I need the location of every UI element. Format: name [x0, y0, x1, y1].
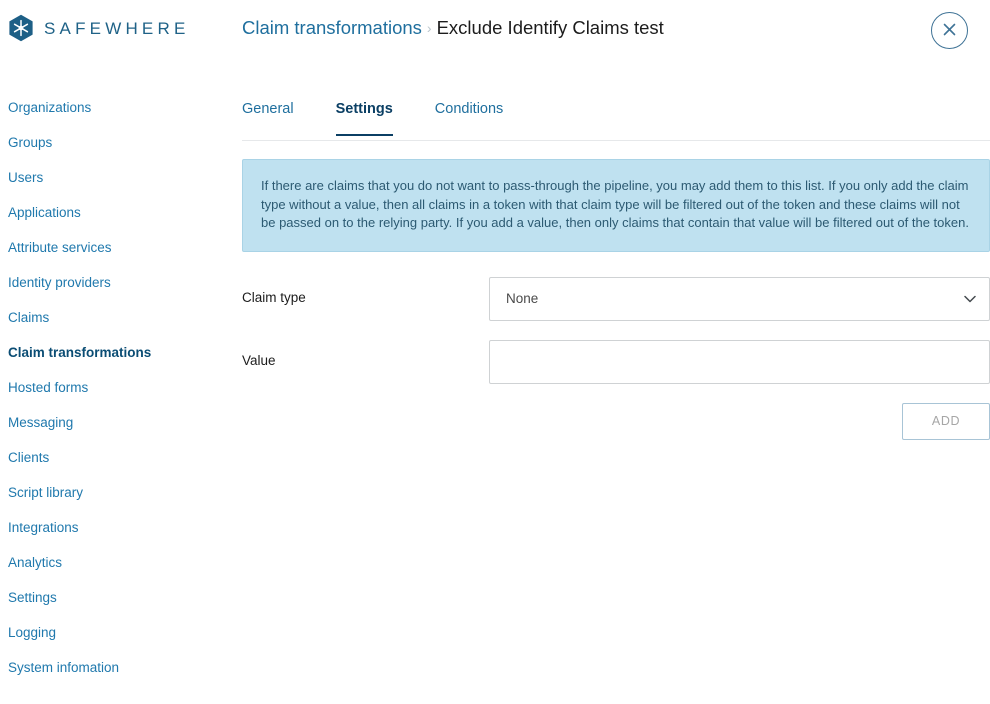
value-input[interactable] — [489, 339, 990, 384]
sidebar-item-clients[interactable]: Clients — [0, 450, 220, 466]
sidebar-nav: Organizations Groups Users Applications … — [0, 100, 220, 695]
tab-bar: General Settings Conditions — [242, 100, 990, 141]
value-row: Value — [242, 339, 990, 384]
tab-conditions[interactable]: Conditions — [414, 100, 525, 136]
value-label: Value — [242, 352, 276, 368]
sidebar-item-claim-transformations[interactable]: Claim transformations — [0, 345, 220, 361]
sidebar-item-system-infomation[interactable]: System infomation — [0, 660, 220, 676]
breadcrumb: Claim transformations › Exclude Identify C… — [242, 16, 664, 41]
claim-type-row: Claim type None — [242, 276, 990, 321]
add-button[interactable]: ADD — [902, 402, 990, 440]
sidebar-item-identity-providers[interactable]: Identity providers — [0, 275, 220, 291]
breadcrumb-separator-icon: › — [426, 20, 432, 36]
tab-settings[interactable]: Settings — [315, 100, 414, 136]
sidebar-item-hosted-forms[interactable]: Hosted forms — [0, 380, 220, 396]
main-content: General Settings Conditions If there are… — [242, 100, 990, 440]
sidebar-item-groups[interactable]: Groups — [0, 135, 220, 151]
brand-wordmark: SAFEWHERE — [44, 18, 190, 38]
tab-general[interactable]: General — [242, 100, 315, 136]
claim-type-field-wrap: None — [489, 276, 990, 321]
app-header: SAFEWHERE Claim transformations › Exclude … — [0, 0, 990, 60]
claim-type-select[interactable]: None — [489, 276, 990, 321]
sidebar-item-integrations[interactable]: Integrations — [0, 520, 220, 536]
safewhere-hexagon-snowflake-icon — [8, 14, 34, 42]
sidebar-item-script-library[interactable]: Script library — [0, 485, 220, 501]
claim-form: Claim type None Value ADD — [242, 276, 990, 440]
sidebar-item-attribute-services[interactable]: Attribute services — [0, 240, 220, 256]
breadcrumb-parent-link[interactable]: Claim transformations — [242, 17, 422, 38]
claim-type-label: Claim type — [242, 289, 306, 305]
brand-logo[interactable]: SAFEWHERE — [8, 14, 189, 42]
sidebar-item-messaging[interactable]: Messaging — [0, 415, 220, 431]
sidebar-item-claims[interactable]: Claims — [0, 310, 220, 326]
value-field-wrap — [489, 339, 990, 384]
info-banner: If there are claims that you do not want… — [242, 159, 990, 252]
breadcrumb-current: Exclude Identify Claims test — [436, 17, 664, 38]
sidebar-item-users[interactable]: Users — [0, 170, 220, 186]
close-icon — [942, 22, 957, 40]
sidebar-item-organizations[interactable]: Organizations — [0, 100, 220, 116]
sidebar-item-logging[interactable]: Logging — [0, 625, 220, 641]
form-actions: ADD — [242, 402, 990, 440]
sidebar-item-settings[interactable]: Settings — [0, 590, 220, 606]
sidebar-item-analytics[interactable]: Analytics — [0, 555, 220, 571]
close-button[interactable] — [931, 12, 968, 49]
sidebar-item-applications[interactable]: Applications — [0, 205, 220, 221]
